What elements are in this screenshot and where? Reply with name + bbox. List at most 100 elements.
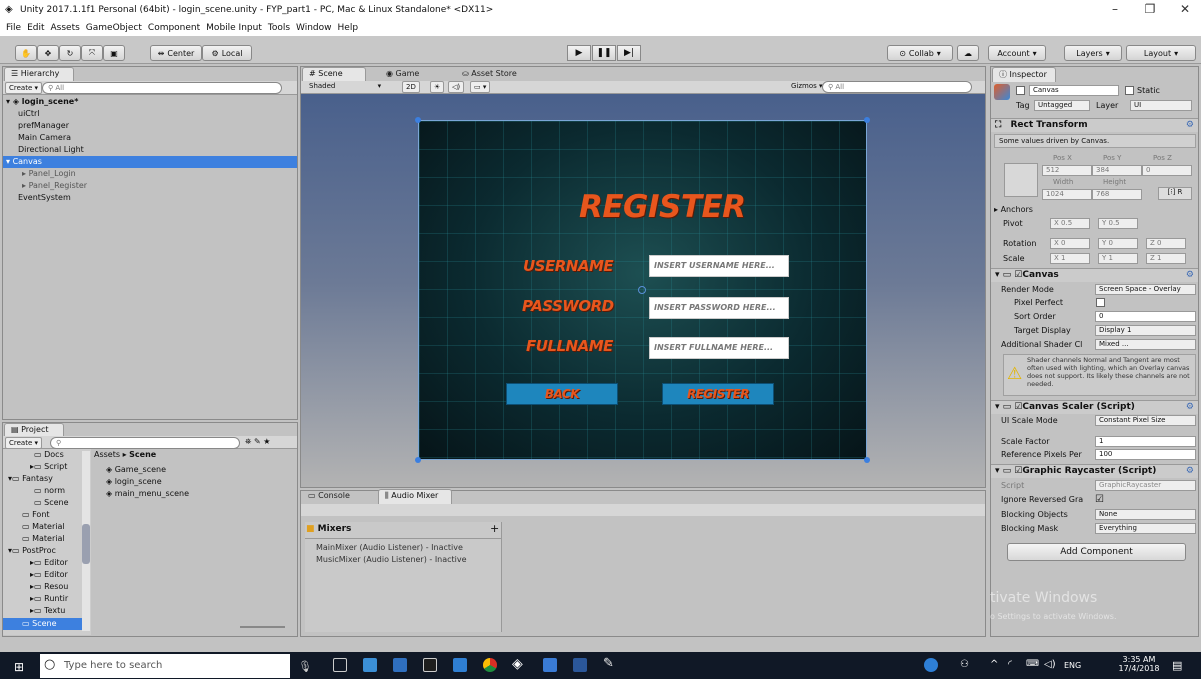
ui-scale-mode-dropdown[interactable]: Constant Pixel Size <box>1095 415 1196 426</box>
gizmos-dropdown[interactable]: Gizmos ▾ <box>788 81 826 93</box>
anchor-preset-icon[interactable] <box>1004 163 1038 197</box>
pause-button[interactable]: ❚❚ <box>592 45 616 61</box>
menu-edit[interactable]: Edit <box>27 23 44 33</box>
asset-game-scene[interactable]: ◈ Game_scene <box>106 464 166 475</box>
folder-editor-1[interactable]: ▸▭ Editor <box>30 557 68 568</box>
render-mode-dropdown[interactable]: Screen Space - Overlay <box>1095 284 1196 295</box>
menu-tools[interactable]: Tools <box>268 23 290 33</box>
canvas-scaler-header[interactable]: ▾ ▭ ☑Canvas Scaler (Script) ⚙ <box>991 400 1198 414</box>
layers-dropdown[interactable]: Layers ▾ <box>1064 45 1122 61</box>
cloud-button[interactable]: ☁ <box>957 45 979 61</box>
add-mixer-icon[interactable]: + <box>490 522 499 535</box>
microphone-icon[interactable]: 🎙︎ <box>298 660 312 673</box>
pivot-handle[interactable] <box>638 286 646 294</box>
gear-icon[interactable]: ⚙ <box>1186 119 1194 132</box>
hierarchy-create-button[interactable]: Create ▾ <box>5 82 43 94</box>
pivot-center-button[interactable]: ⇹ Center <box>150 45 202 61</box>
menu-assets[interactable]: Assets <box>51 23 80 33</box>
ignore-reversed-checkbox[interactable]: ☑ <box>1095 494 1104 505</box>
scene-search-input[interactable]: ⚲ All <box>822 81 972 93</box>
notification-icon[interactable]: ▤ <box>1172 659 1182 672</box>
gear-icon[interactable]: ⚙ <box>1186 401 1194 414</box>
tab-asset-store[interactable]: ⛀ Asset Store <box>456 67 523 82</box>
lighting-toggle-icon[interactable]: ☀ <box>430 81 445 93</box>
folder-script[interactable]: ▸▭ Script <box>30 461 67 472</box>
show-hidden-icons[interactable]: ^ <box>990 659 998 670</box>
folder-fantasy[interactable]: ▾▭ Fantasy <box>8 473 53 484</box>
store-icon[interactable] <box>453 658 467 672</box>
gear-icon[interactable]: ⚙ <box>1186 465 1194 478</box>
help-icon[interactable] <box>924 658 938 672</box>
hierarchy-item-panel-register[interactable]: ▸ Panel_Register <box>22 180 87 191</box>
project-search-input[interactable]: ⚲ <box>50 437 240 449</box>
wifi-icon[interactable]: ◜ <box>1008 659 1012 670</box>
tag-dropdown[interactable]: Untagged <box>1034 100 1090 111</box>
close-icon[interactable]: ✕ <box>1170 2 1200 16</box>
mixer-item-music[interactable]: MusicMixer (Audio Listener) - Inactive <box>316 554 467 565</box>
toggle-2d-button[interactable]: 2D <box>402 81 420 93</box>
object-name-field[interactable]: Canvas <box>1029 85 1119 96</box>
scale-tool-icon[interactable]: ⤧ <box>81 45 103 61</box>
task-view-icon[interactable] <box>333 658 347 672</box>
taskbar-app-icon[interactable] <box>393 658 407 672</box>
tab-game[interactable]: ◉ Game <box>380 67 425 82</box>
folder-runtime[interactable]: ▸▭ Runtir <box>30 593 68 604</box>
minimize-icon[interactable]: – <box>1100 2 1130 16</box>
folder-scene[interactable]: ▭ Scene <box>22 618 57 629</box>
chrome-icon[interactable] <box>483 658 497 672</box>
username-input[interactable]: INSERT USERNAME HERE... <box>649 255 789 277</box>
filter-icons[interactable]: ⛯ ✎ ★ <box>245 437 270 447</box>
rotation-y-field[interactable]: Y 0 <box>1098 238 1138 249</box>
menu-component[interactable]: Component <box>148 23 200 33</box>
posy-field[interactable]: 384 <box>1092 165 1142 176</box>
people-icon[interactable]: ⚇ <box>960 659 969 670</box>
project-create-button[interactable]: Create ▾ <box>5 437 43 449</box>
ref-pixels-field[interactable]: 100 <box>1095 449 1196 460</box>
hand-tool-icon[interactable]: ✋ <box>15 45 37 61</box>
folder-docs[interactable]: ▭ Docs <box>34 449 64 460</box>
tab-hierarchy[interactable]: ☰ Hierarchy <box>4 67 74 82</box>
tab-audio-mixer[interactable]: ⫼ Audio Mixer <box>378 489 452 504</box>
ime-icon[interactable]: ⌨ <box>1026 659 1039 669</box>
maximize-icon[interactable]: ❐ <box>1135 2 1165 16</box>
posx-field[interactable]: 512 <box>1042 165 1092 176</box>
register-button[interactable]: REGISTER <box>662 383 774 405</box>
volume-icon[interactable]: ◁) <box>1044 659 1056 670</box>
pixel-perfect-checkbox[interactable] <box>1096 298 1105 307</box>
scale-y-field[interactable]: Y 1 <box>1098 253 1138 264</box>
folder-resources[interactable]: ▸▭ Resou <box>30 581 68 592</box>
canvas-component-header[interactable]: ▾ ▭ ☑Canvas ⚙ <box>991 268 1198 282</box>
sort-order-field[interactable]: 0 <box>1095 311 1196 322</box>
hierarchy-item-directional-light[interactable]: Directional Light <box>18 144 84 155</box>
rect-handle-bottom-right[interactable] <box>864 457 870 463</box>
pivot-y-field[interactable]: Y 0.5 <box>1098 218 1138 229</box>
hierarchy-item-prefmanager[interactable]: prefManager <box>18 120 69 131</box>
hierarchy-item-panel-login[interactable]: ▸ Panel_Login <box>22 168 76 179</box>
pivot-x-field[interactable]: X 0.5 <box>1050 218 1090 229</box>
graphic-raycaster-header[interactable]: ▾ ▭ ☑Graphic Raycaster (Script) ⚙ <box>991 464 1198 478</box>
asset-login-scene[interactable]: ◈ login_scene <box>106 476 162 487</box>
windows-start-icon[interactable]: ⊞ <box>14 660 24 674</box>
photos-icon[interactable] <box>543 658 557 672</box>
shader-channels-dropdown[interactable]: Mixed ... <box>1095 339 1196 350</box>
back-button[interactable]: BACK <box>506 383 618 405</box>
folder-font[interactable]: ▭ Font <box>22 509 50 520</box>
hierarchy-item-eventsystem[interactable]: EventSystem <box>18 192 71 203</box>
scale-factor-field[interactable]: 1 <box>1095 436 1196 447</box>
hierarchy-item-uictrl[interactable]: uiCtrl <box>18 108 40 119</box>
fullname-input[interactable]: INSERT FULLNAME HERE... <box>649 337 789 359</box>
scale-z-field[interactable]: Z 1 <box>1146 253 1186 264</box>
menu-window[interactable]: Window <box>296 23 332 33</box>
target-display-dropdown[interactable]: Display 1 <box>1095 325 1196 336</box>
blocking-objects-dropdown[interactable]: None <box>1095 509 1196 520</box>
unity-taskbar-icon[interactable]: ◈ <box>512 656 523 672</box>
layout-dropdown[interactable]: Layout ▾ <box>1126 45 1196 61</box>
menu-help[interactable]: Help <box>338 23 359 33</box>
gear-icon[interactable]: ⚙ <box>1186 269 1194 282</box>
account-dropdown[interactable]: Account ▾ <box>988 45 1046 61</box>
pivot-local-button[interactable]: ⚙ Local <box>202 45 252 61</box>
scale-x-field[interactable]: X 1 <box>1050 253 1090 264</box>
hierarchy-item-canvas[interactable]: ▾ Canvas <box>6 156 42 167</box>
hierarchy-item-main-camera[interactable]: Main Camera <box>18 132 71 143</box>
tab-inspector[interactable]: ⓘ Inspector <box>992 67 1056 82</box>
